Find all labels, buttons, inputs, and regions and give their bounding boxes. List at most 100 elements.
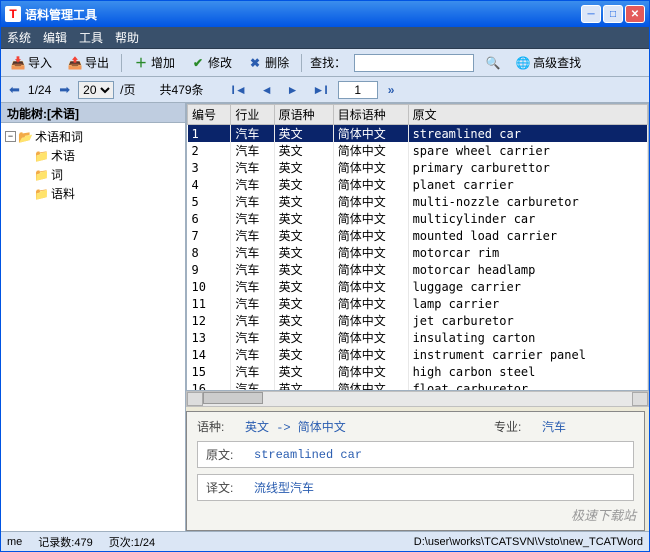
status-me: me [7,536,22,548]
table-row[interactable]: 14汽车英文简体中文instrument carrier panel [188,346,648,363]
minimize-button[interactable]: ─ [581,5,601,23]
src-value: streamlined car [254,448,362,462]
nav-first[interactable]: I◄ [228,83,251,97]
tree-item[interactable]: 📁术语 [21,146,181,165]
export-button[interactable]: 📤导出 [64,52,113,73]
folder-icon: 📁 [34,187,49,201]
table-row[interactable]: 6汽车英文简体中文multicylinder car [188,210,648,227]
nav-prev[interactable]: ◄ [257,83,277,97]
separator [121,54,122,72]
page-info: 1/24 [28,83,51,97]
detail-panel: 语种: 英文 -> 简体中文 专业: 汽车 原文: streamlined ca… [186,411,645,531]
sidebar-header: 功能树:[术语] [1,103,185,123]
status-page: 页次:1/24 [109,534,155,550]
scroll-left-button[interactable] [187,392,203,406]
advanced-search-button[interactable]: 🌐高级查找 [512,52,585,73]
app-icon: T [5,6,21,22]
search-icon: 🔍 [486,56,500,70]
table-row[interactable]: 13汽车英文简体中文insulating carton [188,329,648,346]
table-row[interactable]: 7汽车英文简体中文mounted load carrier [188,227,648,244]
menubar: 系统 编辑 工具 帮助 [1,27,649,49]
find-button[interactable]: 🔍 [482,54,504,72]
table-row[interactable]: 12汽车英文简体中文jet carburetor [188,312,648,329]
page-next[interactable]: ➡ [57,82,72,98]
status-records: 记录数:479 [38,534,92,550]
content-area: 功能树:[术语] − 📂 术语和词 📁术语📁词📁语料 编号 行业 原语种 目标语 [1,103,649,531]
x-icon: ✖ [248,56,262,70]
table-row[interactable]: 11汽车英文简体中文lamp carrier [188,295,648,312]
scroll-right-button[interactable] [632,392,648,406]
col-num[interactable]: 编号 [188,105,231,125]
plus-icon: ＋ [134,56,148,70]
col-industry[interactable]: 行业 [231,105,274,125]
per-page-suffix: /页 [120,81,135,98]
titlebar: T 语料管理工具 ─ □ ✕ [1,1,649,27]
nav-go[interactable]: » [384,83,399,97]
menu-tools[interactable]: 工具 [79,29,103,46]
collapse-icon[interactable]: − [5,131,16,142]
nav-last[interactable]: ►I [309,83,332,97]
col-src-lang[interactable]: 原语种 [274,105,333,125]
menu-help[interactable]: 帮助 [115,29,139,46]
nav-next[interactable]: ► [283,83,303,97]
trans-label: 译文: [206,479,246,496]
check-icon: ✔ [191,56,205,70]
tree-item-label: 术语 [51,147,75,164]
import-icon: 📥 [11,56,25,70]
tree-item[interactable]: 📁语料 [21,184,181,203]
sidebar: 功能树:[术语] − 📂 术语和词 📁术语📁词📁语料 [1,103,186,531]
data-grid[interactable]: 编号 行业 原语种 目标语种 原文 1汽车英文简体中文streamlined c… [186,103,649,391]
search-input[interactable] [354,54,474,72]
lang-value: 英文 -> 简体中文 [245,418,346,435]
main-panel: 编号 行业 原语种 目标语种 原文 1汽车英文简体中文streamlined c… [186,103,649,531]
page-prev[interactable]: ⬅ [7,82,22,98]
toolbar: 📥导入 📤导出 ＋增加 ✔修改 ✖删除 查找： 🔍 🌐高级查找 [1,49,649,77]
tree-item-label: 词 [51,166,63,183]
tree-root-label: 术语和词 [35,128,83,145]
folder-icon: 📂 [18,130,33,144]
table-row[interactable]: 9汽车英文简体中文motorcar headlamp [188,261,648,278]
maximize-button[interactable]: □ [603,5,623,23]
table-row[interactable]: 15汽车英文简体中文high carbon steel [188,363,648,380]
page-number-input[interactable] [338,81,378,99]
table-row[interactable]: 16汽车英文简体中文float carburetor [188,380,648,391]
table-row[interactable]: 2汽车英文简体中文spare wheel carrier [188,142,648,159]
table-row[interactable]: 5汽车英文简体中文multi-nozzle carburetor [188,193,648,210]
page-size-select[interactable]: 20 [78,81,114,99]
delete-button[interactable]: ✖删除 [244,52,293,73]
export-icon: 📤 [68,56,82,70]
modify-button[interactable]: ✔修改 [187,52,236,73]
status-path: D:\user\works\TCATSVN\Vsto\new_TCATWord [414,536,643,548]
separator [301,54,302,72]
table-row[interactable]: 1汽车英文简体中文streamlined car [188,125,648,143]
tree-root[interactable]: − 📂 术语和词 [5,127,181,146]
table-row[interactable]: 8汽车英文简体中文motorcar rim [188,244,648,261]
table-row[interactable]: 4汽车英文简体中文planet carrier [188,176,648,193]
table-row[interactable]: 3汽车英文简体中文primary carburettor [188,159,648,176]
total-records: 共479条 [160,81,204,98]
close-button[interactable]: ✕ [625,5,645,23]
add-button[interactable]: ＋增加 [130,52,179,73]
app-window: T 语料管理工具 ─ □ ✕ 系统 编辑 工具 帮助 📥导入 📤导出 ＋增加 ✔… [0,0,650,552]
find-label: 查找： [310,54,346,71]
window-title: 语料管理工具 [25,6,581,23]
src-label: 原文: [206,446,246,463]
globe-icon: 🌐 [516,56,530,70]
scroll-thumb[interactable] [203,392,263,404]
tree-item[interactable]: 📁词 [21,165,181,184]
menu-edit[interactable]: 编辑 [43,29,67,46]
tree-item-label: 语料 [51,185,75,202]
menu-system[interactable]: 系统 [7,29,31,46]
import-button[interactable]: 📥导入 [7,52,56,73]
col-tgt-lang[interactable]: 目标语种 [333,105,408,125]
table-row[interactable]: 10汽车英文简体中文luggage carrier [188,278,648,295]
folder-icon: 📁 [34,149,49,163]
trans-value: 流线型汽车 [254,479,314,496]
horizontal-scrollbar[interactable] [186,391,649,407]
col-src-text[interactable]: 原文 [408,105,647,125]
spec-value: 汽车 [542,418,566,435]
statusbar: me 记录数:479 页次:1/24 D:\user\works\TCATSVN… [1,531,649,551]
lang-label: 语种: [197,418,237,435]
paginator: ⬅ 1/24 ➡ 20 /页 共479条 I◄ ◄ ► ►I » [1,77,649,103]
tree: − 📂 术语和词 📁术语📁词📁语料 [1,123,185,531]
